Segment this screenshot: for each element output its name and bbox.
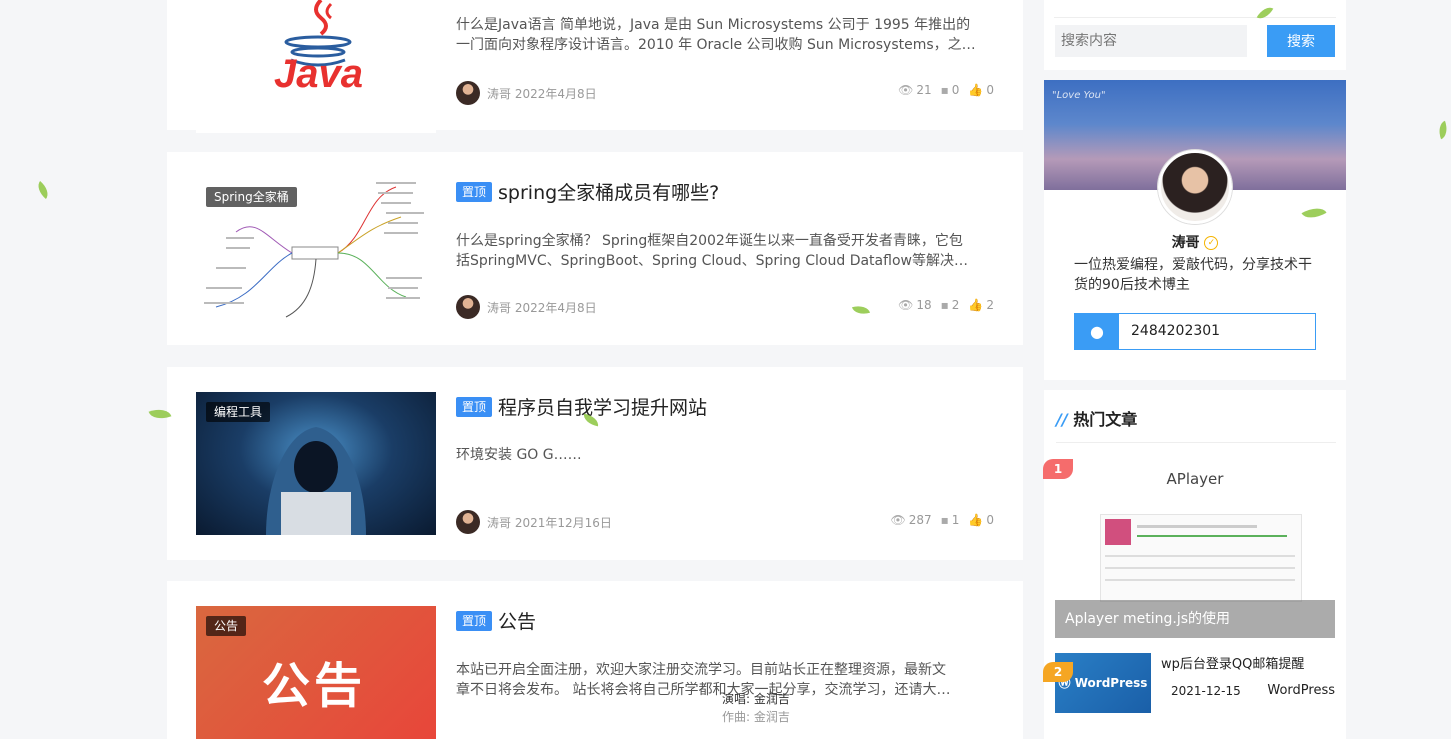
- post-stats: 👁 287 ▪ 1 👍 0: [884, 513, 994, 527]
- author-avatar[interactable]: [456, 510, 480, 534]
- post-excerpt: 什么是spring全家桶？ Spring框架自2002年诞生以来一直备受开发者青…: [456, 233, 968, 269]
- banner-text: "Love You": [1052, 90, 1106, 101]
- view-count: 18: [916, 298, 932, 312]
- post-title-row: 置顶 公告: [456, 607, 536, 634]
- post-title[interactable]: 公告: [498, 607, 536, 634]
- post-title[interactable]: spring全家桶成员有哪些?: [498, 178, 719, 205]
- divider: [1054, 17, 1336, 18]
- post-card: 公告 公告 置顶 公告 本站已开启全面注册，欢迎大家注册交流学习。目前站长正在整…: [167, 581, 1023, 739]
- profile-name[interactable]: 涛哥: [1172, 235, 1200, 251]
- widget-title: 热门文章: [1073, 410, 1138, 429]
- post-card: 编程工具 置顶 程序员自我学习提升网站 环境安装 GO G…… 涛哥 2021年…: [167, 367, 1023, 560]
- hot-post-title: wp后台登录QQ邮箱提醒: [1161, 657, 1305, 672]
- widget-header: // 热门文章: [1056, 406, 1137, 430]
- category-tag[interactable]: Spring全家桶: [206, 187, 297, 207]
- header-accent: //: [1056, 410, 1068, 429]
- thumbs-up-icon[interactable]: 👍: [968, 513, 983, 527]
- profile-avatar[interactable]: [1158, 150, 1232, 224]
- thumbnail-text: Java: [274, 52, 363, 96]
- hot-posts-widget: // 热门文章 APlayer Aplayer meting.js的使用 1 Ⓦ…: [1043, 390, 1346, 739]
- hot-post-title: Aplayer meting.js的使用: [1055, 600, 1335, 638]
- view-count: 21: [916, 83, 932, 97]
- post-thumbnail[interactable]: Spring全家桶: [196, 177, 436, 320]
- player-composer: 作曲: 金润吉: [722, 710, 790, 724]
- qq-number: 2484202301: [1131, 323, 1221, 339]
- thumbs-up-icon[interactable]: 👍: [968, 298, 983, 312]
- comment-count: 2: [951, 298, 960, 312]
- comment-count: 0: [951, 83, 960, 97]
- pinned-badge: 置顶: [456, 396, 493, 417]
- music-player-info[interactable]: 演唱: 金润吉 作曲: 金润吉: [722, 690, 790, 726]
- qq-icon: ●: [1075, 314, 1119, 349]
- divider: [1056, 442, 1336, 443]
- verified-icon: ✓: [1204, 236, 1219, 250]
- falling-leaf-decoration: [1435, 120, 1451, 140]
- thumbs-up-icon[interactable]: 👍: [968, 83, 983, 97]
- post-date: 2022年4月8日: [514, 300, 597, 315]
- post-title[interactable]: 程序员自我学习提升网站: [498, 393, 707, 420]
- post-excerpt: 什么是Java语言 简单地说，Java 是由 Sun Microsystems …: [456, 17, 976, 53]
- post-excerpt: 环境安装 GO G……: [456, 447, 582, 463]
- screenshot-mock: [1100, 514, 1302, 602]
- author-avatar[interactable]: [456, 295, 480, 319]
- thumbnail-text: 公告: [262, 658, 367, 714]
- post-thumbnail[interactable]: 编程工具: [196, 392, 436, 535]
- comment-icon: ▪: [940, 298, 949, 312]
- hot-post-item[interactable]: Ⓦ WordPress wp后台登录QQ邮箱提醒 2021-12-15 Word…: [1055, 653, 1335, 713]
- player-singer: 演唱: 金润吉: [722, 692, 790, 706]
- category-tag[interactable]: 编程工具: [206, 402, 271, 422]
- pinned-badge: 置顶: [456, 610, 493, 631]
- eye-icon: 👁: [898, 298, 914, 312]
- profile-bio: 一位热爱编程，爱敲代码，分享技术干 货的90后技术博主: [1074, 257, 1312, 293]
- author-name[interactable]: 涛哥: [487, 299, 511, 316]
- post-meta: 涛哥 2022年4月8日: [456, 81, 597, 105]
- post-card: Spring全家桶 置顶 spring全家桶成员有哪些? 什么是spring全家…: [167, 152, 1023, 345]
- post-meta: 涛哥 2021年12月16日: [456, 510, 612, 534]
- eye-icon: 👁: [898, 83, 914, 97]
- post-thumbnail[interactable]: 公告 公告: [196, 606, 436, 739]
- comment-icon: ▪: [940, 83, 949, 97]
- view-count: 287: [908, 513, 932, 527]
- post-meta: 涛哥 2022年4月8日: [456, 295, 597, 319]
- post-stats: 👁 18 ▪ 2 👍 2: [892, 298, 994, 312]
- post-date: 2022年4月8日: [514, 86, 597, 101]
- author-name[interactable]: 涛哥: [487, 514, 511, 531]
- like-count: 2: [986, 298, 994, 312]
- pinned-badge: 置顶: [456, 181, 493, 202]
- comment-icon: ▪: [940, 513, 949, 527]
- post-card: Java 什么是Java语言 简单地说，Java 是由 Sun Microsys…: [167, 0, 1023, 133]
- search-button[interactable]: 搜索: [1267, 25, 1335, 57]
- category-tag[interactable]: 公告: [206, 616, 247, 636]
- like-count: 0: [986, 83, 994, 97]
- post-thumbnail[interactable]: Java: [196, 0, 436, 133]
- hot-thumb-heading: APlayer: [1166, 470, 1224, 488]
- profile-widget: "Love You" 涛哥 ✓ 一位热爱编程，爱敲代码，分享技术干 货的90后技…: [1044, 80, 1346, 380]
- profile-name-row: 涛哥 ✓: [1044, 232, 1346, 252]
- post-date: 2021年12月16日: [514, 515, 612, 530]
- qq-contact[interactable]: ● 2484202301: [1074, 313, 1316, 350]
- search-input[interactable]: [1055, 25, 1247, 57]
- rank-badge: 1: [1043, 459, 1073, 479]
- hot-post-date: 2021-12-15: [1171, 684, 1241, 698]
- search-widget: 搜索: [1044, 0, 1346, 70]
- hot-post-tag[interactable]: WordPress: [1267, 683, 1335, 698]
- post-title-row: 置顶 spring全家桶成员有哪些?: [456, 178, 719, 205]
- eye-icon: 👁: [890, 513, 906, 527]
- thumb-text: WordPress: [1074, 676, 1148, 690]
- author-name[interactable]: 涛哥: [487, 85, 511, 102]
- hot-post-item[interactable]: APlayer Aplayer meting.js的使用: [1055, 458, 1335, 638]
- author-avatar[interactable]: [456, 81, 480, 105]
- post-title-row: 置顶 程序员自我学习提升网站: [456, 393, 707, 420]
- comment-count: 1: [951, 513, 960, 527]
- rank-badge: 2: [1043, 662, 1073, 682]
- falling-leaf-decoration: [33, 181, 53, 199]
- post-stats: 👁 21 ▪ 0 👍 0: [892, 83, 994, 97]
- like-count: 0: [986, 513, 994, 527]
